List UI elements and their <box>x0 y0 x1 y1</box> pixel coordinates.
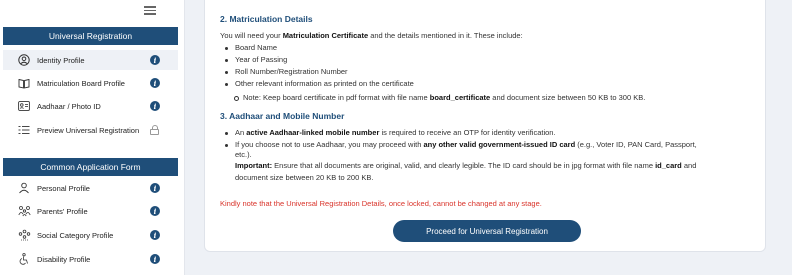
lock-icon <box>150 125 159 135</box>
important-label: Important: <box>235 161 273 170</box>
important-note-line2: document size between 20 KB to 200 KB. <box>235 173 374 182</box>
list-item: If you choose not to use Aadhaar, you ma… <box>220 139 697 151</box>
info-icon[interactable]: i <box>150 254 160 264</box>
important-text: Ensure that all documents are original, … <box>272 161 656 170</box>
list-item: An active Aadhaar-linked mobile number i… <box>220 127 697 139</box>
note-text-end: and document size between 50 KB to 300 K… <box>490 93 646 102</box>
info-icon[interactable]: i <box>150 78 160 88</box>
sidebar-item-preview-universal-registration[interactable]: Preview Universal Registration <box>3 120 178 140</box>
book-icon <box>17 76 31 90</box>
sidebar-item-label: Preview Universal Registration <box>37 125 140 135</box>
info-icon[interactable]: i <box>150 230 160 240</box>
list-item: Other relevant information as printed on… <box>220 78 414 90</box>
universal-registration-header: Universal Registration <box>3 27 178 45</box>
sidebar-item-personal-profile[interactable]: Personal Profile i <box>3 178 178 198</box>
sidebar-item-label: Aadhaar / Photo ID <box>37 101 101 111</box>
common-application-form-header: Common Application Form <box>3 158 178 176</box>
group-icon <box>17 228 31 242</box>
person-icon <box>17 181 31 195</box>
important-text-end: and <box>681 161 697 170</box>
list-item: Year of Passing <box>220 54 414 66</box>
info-icon[interactable]: i <box>150 101 160 111</box>
intro-bold: Matriculation Certificate <box>282 31 369 40</box>
family-icon <box>17 204 31 218</box>
note-text: Note: Keep board certificate in pdf form… <box>243 93 430 102</box>
sidebar-item-social-category-profile[interactable]: Social Category Profile i <box>3 225 178 245</box>
user-circle-icon <box>17 53 31 67</box>
important-bold: id_card <box>655 161 682 170</box>
sidebar: Universal Registration Identity Profile … <box>0 0 185 275</box>
note-bold: board_certificate <box>429 93 491 102</box>
sidebar-item-label: Matriculation Board Profile <box>37 78 125 88</box>
matriculation-intro: You will need your Matriculation Certifi… <box>220 30 523 41</box>
intro-text: You will need your <box>220 31 283 40</box>
instructions-card: KB 2. Matriculation Details You will nee… <box>204 0 766 252</box>
sidebar-item-label: Identity Profile <box>37 55 85 65</box>
intro-text-end: and the details mentioned in it. These i… <box>368 31 523 40</box>
sidebar-item-parents-profile[interactable]: Parents' Profile i <box>3 201 178 221</box>
sidebar-item-label: Disability Profile <box>37 254 91 264</box>
proceed-universal-registration-button[interactable]: Proceed for Universal Registration <box>393 220 581 242</box>
board-certificate-note: Note: Keep board certificate in pdf form… <box>233 93 646 102</box>
sidebar-item-label: Parents' Profile <box>37 206 88 216</box>
aadhaar-list: An active Aadhaar-linked mobile number i… <box>220 127 697 151</box>
info-icon[interactable]: i <box>150 55 160 65</box>
lock-warning: Kindly note that the Universal Registrat… <box>220 199 542 208</box>
list-item: Board Name <box>220 42 414 54</box>
list-icon <box>17 123 31 137</box>
list-item: Roll Number/Registration Number <box>220 66 414 78</box>
collapse-menu-icon[interactable] <box>144 6 156 16</box>
sidebar-item-label: Social Category Profile <box>37 230 114 240</box>
sidebar-item-label: Personal Profile <box>37 183 90 193</box>
main-content: KB 2. Matriculation Details You will nee… <box>190 0 792 275</box>
info-icon[interactable]: i <box>150 206 160 216</box>
info-icon[interactable]: i <box>150 183 160 193</box>
id-card-etc: etc.). <box>235 150 252 159</box>
sidebar-item-disability-profile[interactable]: Disability Profile i <box>3 249 178 269</box>
id-card-icon <box>17 99 31 113</box>
section-title-aadhaar: 3. Aadhaar and Mobile Number <box>220 111 345 121</box>
sidebar-item-identity-profile[interactable]: Identity Profile i <box>3 50 178 70</box>
sidebar-item-matriculation-board-profile[interactable]: Matriculation Board Profile i <box>3 73 178 93</box>
matriculation-list: Board Name Year of Passing Roll Number/R… <box>220 42 414 90</box>
section-title-matriculation: 2. Matriculation Details <box>220 14 313 24</box>
accessibility-icon <box>17 252 31 266</box>
sidebar-item-aadhaar-photo-id[interactable]: Aadhaar / Photo ID i <box>3 96 178 116</box>
important-note: Important: Ensure that all documents are… <box>235 160 696 171</box>
